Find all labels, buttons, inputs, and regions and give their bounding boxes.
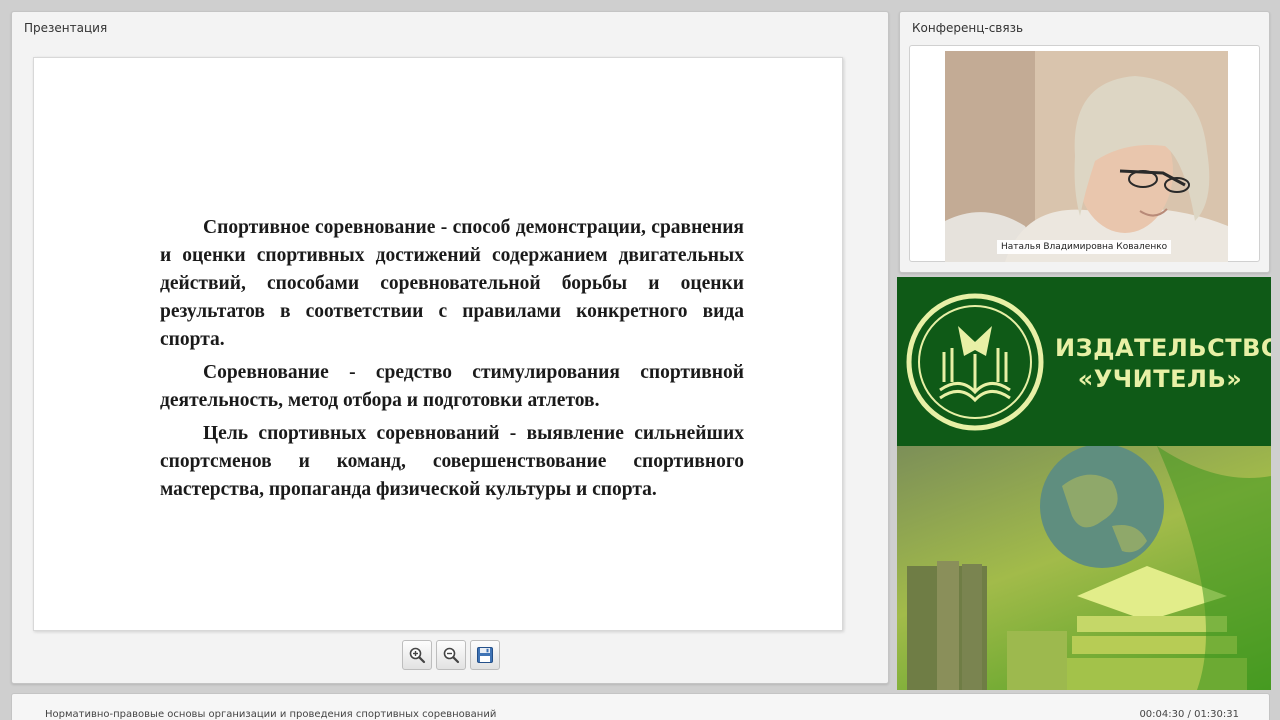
zoom-in-button[interactable] bbox=[402, 640, 432, 670]
books-globe-image bbox=[907, 444, 1271, 690]
playback-time: 00:04:30 / 01:30:31 bbox=[1139, 709, 1239, 720]
person-video-image bbox=[945, 51, 1228, 262]
video-container: Наталья Владимировна Коваленко bbox=[909, 45, 1260, 262]
publisher-name-line1: ИЗДАТЕЛЬСТВО bbox=[1055, 334, 1271, 362]
slide-text: Спортивное соревнование - способ демонст… bbox=[160, 214, 744, 509]
participant-name: Наталья Владимировна Коваленко bbox=[997, 240, 1172, 254]
slide: Спортивное соревнование - способ демонст… bbox=[33, 57, 843, 631]
presentation-title: Презентация bbox=[24, 21, 108, 35]
slide-paragraph-2: Соревнование - средство стимулирования с… bbox=[160, 362, 744, 411]
presentation-panel: Презентация Спортивное соревнование - сп… bbox=[11, 11, 889, 684]
zoom-out-button[interactable] bbox=[436, 640, 466, 670]
publisher-logo-icon bbox=[906, 293, 1044, 431]
banner-image bbox=[897, 444, 1271, 690]
publisher-name-line2: «УЧИТЕЛЬ» bbox=[1077, 365, 1243, 393]
zoom-out-icon bbox=[443, 647, 460, 664]
save-button[interactable] bbox=[470, 640, 500, 670]
publisher-banner: ИЗДАТЕЛЬСТВО «УЧИТЕЛЬ» bbox=[897, 277, 1271, 690]
slide-toolbar bbox=[402, 640, 500, 670]
publisher-name: ИЗДАТЕЛЬСТВО «УЧИТЕЛЬ» bbox=[1055, 333, 1271, 395]
footer-bar: Нормативно-правовые основы организации и… bbox=[11, 693, 1270, 720]
conference-panel: Конференц-связь Наталья Владимировна Ков… bbox=[899, 11, 1270, 273]
zoom-in-icon bbox=[409, 647, 426, 664]
webcam-video[interactable]: Наталья Владимировна Коваленко bbox=[945, 51, 1228, 262]
slide-paragraph-1: Спортивное соревнование - способ демонст… bbox=[160, 217, 744, 350]
banner-header: ИЗДАТЕЛЬСТВО «УЧИТЕЛЬ» bbox=[897, 277, 1271, 446]
slide-paragraph-3: Цель спортивных соревнований - выявление… bbox=[160, 423, 744, 500]
save-icon bbox=[477, 647, 493, 663]
conference-title: Конференц-связь bbox=[912, 21, 1024, 35]
course-title: Нормативно-правовые основы организации и… bbox=[45, 709, 497, 720]
